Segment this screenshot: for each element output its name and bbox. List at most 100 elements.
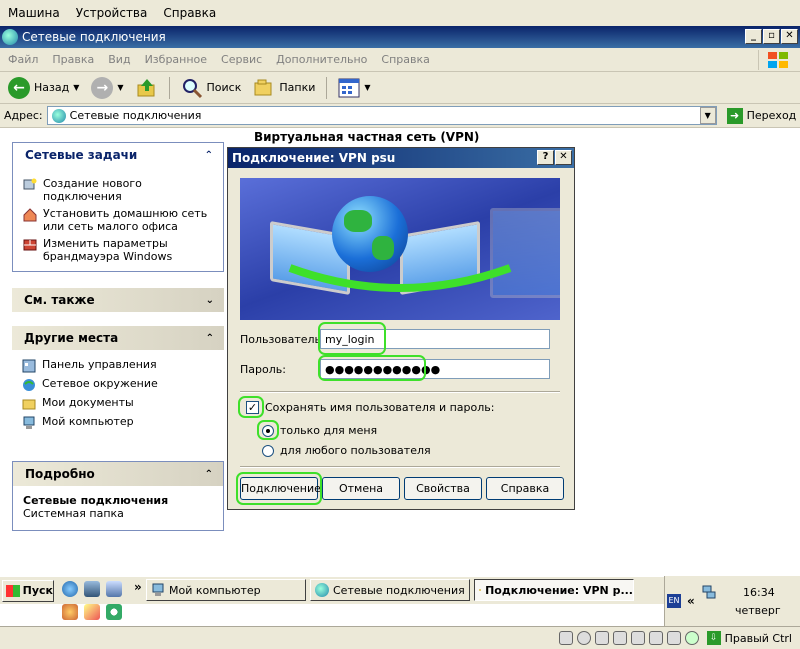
only-me-label: только для меня bbox=[280, 424, 378, 437]
ie-icon[interactable] bbox=[62, 581, 78, 597]
folders-button[interactable]: Папки bbox=[249, 75, 319, 101]
vpn-connect-dialog: Подключение: VPN psu ? ✕ Пользователь: m… bbox=[227, 147, 575, 510]
settings-icon[interactable] bbox=[62, 604, 78, 620]
task-new-connection[interactable]: Создание нового подключения bbox=[23, 177, 217, 203]
network-adapter-icon[interactable] bbox=[612, 631, 627, 645]
network-places-icon bbox=[23, 379, 35, 391]
vm-menu-devices[interactable]: Устройства bbox=[76, 6, 148, 20]
menu-view[interactable]: Вид bbox=[108, 53, 130, 66]
address-bar: Адрес: Сетевые подключения ▼ ➜ Переход bbox=[0, 104, 800, 128]
close-button[interactable]: ✕ bbox=[781, 29, 798, 44]
chevron-down-icon[interactable]: ▼ bbox=[117, 83, 123, 92]
start-button[interactable]: Пуск bbox=[2, 579, 54, 602]
floppy-icon[interactable] bbox=[594, 631, 609, 645]
vm-menu-help[interactable]: Справка bbox=[163, 6, 216, 20]
network-tray-icon[interactable] bbox=[701, 584, 717, 600]
panel-title: См. также bbox=[24, 293, 95, 307]
highlight-marker bbox=[238, 396, 264, 418]
cancel-button[interactable]: Отмена bbox=[322, 477, 400, 500]
username-row: Пользователь: my_login bbox=[240, 329, 550, 349]
save-credentials-label: Сохранять имя пользователя и пароль: bbox=[265, 401, 495, 414]
folder-icon bbox=[479, 589, 482, 591]
window-titlebar[interactable]: Сетевые подключения _ ▫ ✕ bbox=[0, 26, 800, 48]
chevron-down-icon[interactable]: ▼ bbox=[73, 83, 79, 92]
clock-time[interactable]: 16:34 bbox=[743, 586, 775, 599]
highlight-marker bbox=[318, 355, 426, 381]
desktop-icon[interactable] bbox=[106, 581, 122, 597]
place-control-panel[interactable]: Панель управления bbox=[22, 358, 218, 373]
views-button[interactable]: ▼ bbox=[334, 75, 374, 101]
taskbar-item-network-connections[interactable]: Сетевые подключения bbox=[310, 579, 470, 601]
only-me-row: только для меня bbox=[262, 424, 377, 437]
expand-icon[interactable]: ⌄ bbox=[206, 295, 214, 306]
shared-folders-icon[interactable] bbox=[648, 631, 663, 645]
home-network-icon bbox=[23, 208, 37, 222]
menu-file[interactable]: Файл bbox=[8, 53, 38, 66]
address-input[interactable]: Сетевые подключения ▼ bbox=[46, 106, 717, 125]
hdd-icon[interactable] bbox=[558, 631, 573, 645]
any-user-radio[interactable] bbox=[262, 444, 274, 457]
go-button[interactable]: ➜ Переход bbox=[726, 107, 797, 124]
taskbar-item-vpn-dialog[interactable]: Подключение: VPN p... bbox=[474, 579, 634, 601]
minimize-button[interactable]: _ bbox=[745, 29, 762, 44]
menu-edit[interactable]: Правка bbox=[52, 53, 94, 66]
dialog-titlebar[interactable]: Подключение: VPN psu ? ✕ bbox=[228, 148, 574, 168]
taskbar-item-my-computer[interactable]: Мой компьютер bbox=[146, 579, 306, 601]
highlight-marker bbox=[257, 420, 279, 440]
other-places-header[interactable]: Другие места ⌃ bbox=[12, 326, 224, 350]
up-button[interactable] bbox=[132, 75, 162, 101]
dialog-close-button[interactable]: ✕ bbox=[555, 150, 572, 165]
dialog-help-button[interactable]: ? bbox=[537, 150, 554, 165]
details-type: Системная папка bbox=[23, 507, 124, 520]
quicklaunch-chevron-icon[interactable]: » bbox=[134, 580, 142, 594]
cd-icon[interactable] bbox=[576, 631, 591, 645]
collapse-icon[interactable]: ⌃ bbox=[206, 333, 214, 344]
media-icon[interactable] bbox=[106, 604, 122, 620]
password-label: Пароль: bbox=[240, 362, 286, 376]
back-button[interactable]: ← Назад ▼ bbox=[4, 75, 83, 101]
language-indicator[interactable]: EN bbox=[667, 594, 681, 608]
network-connections-icon bbox=[2, 29, 18, 45]
menu-help[interactable]: Справка bbox=[381, 53, 429, 66]
maximize-button[interactable]: ▫ bbox=[763, 29, 780, 44]
window-title: Сетевые подключения bbox=[22, 30, 166, 44]
collapse-icon[interactable]: ⌃ bbox=[205, 150, 213, 161]
task-home-network[interactable]: Установить домашнюю сеть или сеть малого… bbox=[23, 207, 217, 233]
go-label: Переход bbox=[746, 109, 797, 122]
network-tasks-header[interactable]: Сетевые задачи ⌃ bbox=[13, 143, 223, 167]
place-my-computer[interactable]: Мой компьютер bbox=[22, 415, 218, 430]
forward-button[interactable]: → ▼ bbox=[87, 75, 127, 101]
help-button[interactable]: Справка bbox=[486, 477, 564, 500]
vm-menu-machine[interactable]: Машина bbox=[8, 6, 60, 20]
task-firewall[interactable]: Изменить параметры брандмауэра Windows bbox=[23, 237, 217, 263]
mouse-integration-icon[interactable] bbox=[684, 631, 699, 645]
see-also-header[interactable]: См. также ⌄ bbox=[12, 288, 224, 312]
panel-title: Подробно bbox=[25, 467, 95, 481]
place-network[interactable]: Сетевое окружение bbox=[22, 377, 218, 392]
toolbar: ← Назад ▼ → ▼ Поиск Папки ▼ bbox=[0, 72, 800, 104]
save-credentials-row: ✓ Сохранять имя пользователя и пароль: bbox=[246, 401, 494, 414]
usb-icon[interactable] bbox=[630, 631, 645, 645]
host-key-label: Правый Ctrl bbox=[724, 631, 792, 645]
computer-icon bbox=[152, 583, 164, 596]
menu-advanced[interactable]: Дополнительно bbox=[276, 53, 367, 66]
host-key-indicator: ⇩ Правый Ctrl bbox=[706, 631, 792, 645]
chevron-down-icon: ▼ bbox=[364, 83, 371, 92]
back-arrow-icon: ← bbox=[8, 76, 30, 99]
properties-button[interactable]: Свойства bbox=[404, 477, 482, 500]
display-icon[interactable] bbox=[666, 631, 681, 645]
menu-tools[interactable]: Сервис bbox=[221, 53, 262, 66]
place-my-documents[interactable]: Мои документы bbox=[22, 396, 218, 411]
search-button[interactable]: Поиск bbox=[177, 75, 246, 101]
vm-status-bar: ⇩ Правый Ctrl bbox=[0, 626, 800, 649]
details-header[interactable]: Подробно ⌃ bbox=[13, 462, 223, 486]
collapse-icon[interactable]: ⌃ bbox=[205, 469, 213, 480]
chevron-down-icon[interactable]: ▼ bbox=[699, 107, 716, 124]
media-player-icon[interactable] bbox=[84, 581, 100, 597]
firewall-icon bbox=[23, 239, 37, 251]
details-name: Сетевые подключения bbox=[23, 494, 169, 507]
vpn-group-heading: Виртуальная частная сеть (VPN) bbox=[254, 130, 480, 144]
tray-chevron[interactable]: « bbox=[687, 594, 695, 608]
paint-icon[interactable] bbox=[84, 604, 100, 620]
menu-favorites[interactable]: Избранное bbox=[145, 53, 207, 66]
